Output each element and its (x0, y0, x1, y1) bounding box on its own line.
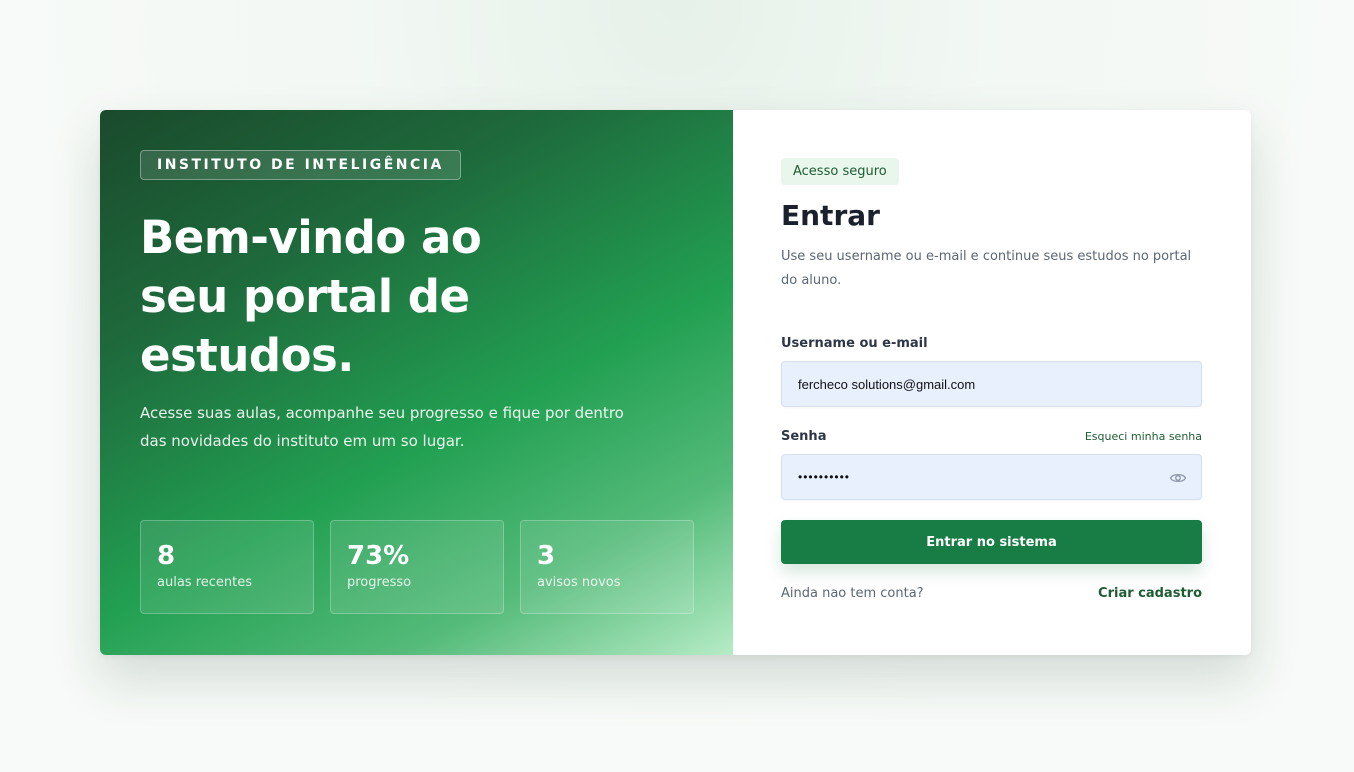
username-input[interactable]: fercheco solutions@gmail.com (781, 361, 1202, 407)
submit-button[interactable]: Entrar no sistema (781, 520, 1202, 564)
password-input[interactable]: •••••••••• (781, 454, 1202, 500)
username-label: Username ou e-mail (781, 336, 928, 351)
login-card: INSTITUTO DE INTELIGÊNCIA Bem-vindo ao s… (100, 110, 1251, 655)
password-value: •••••••••• (798, 470, 851, 484)
stat-value: 8 (157, 541, 176, 571)
login-panel: Acesso seguro Entrar Use seu username ou… (733, 110, 1251, 655)
stat-label: progresso (347, 575, 412, 590)
eye-icon[interactable] (1169, 469, 1187, 487)
stat-label: avisos novos (537, 575, 621, 590)
institute-badge: INSTITUTO DE INTELIGÊNCIA (140, 150, 461, 180)
username-group: Username ou e-mail fercheco solutions@gm… (781, 336, 1202, 407)
hero-lead: Acesse suas aulas, acompanhe seu progres… (140, 404, 624, 450)
stat-card-recent-lessons: 8 aulas recentes (140, 520, 314, 614)
signup-question: Ainda nao tem conta? (781, 586, 924, 601)
login-description: Use seu username ou e-mail e continue se… (781, 249, 1192, 288)
stat-card-progress: 73% progresso (330, 520, 504, 614)
hero-title: Bem-vindo ao seu portal de estudos. (140, 211, 482, 382)
username-value: fercheco solutions@gmail.com (798, 376, 976, 392)
login-title: Entrar (781, 199, 880, 232)
stat-card-notices: 3 avisos novos (520, 520, 694, 614)
secure-access-badge: Acesso seguro (781, 158, 899, 185)
stat-label: aulas recentes (157, 575, 252, 590)
signup-link[interactable]: Criar cadastro (1098, 586, 1202, 601)
signup-row: Ainda nao tem conta? Criar cadastro (781, 586, 1202, 601)
stat-value: 3 (537, 541, 556, 571)
hero-panel: INSTITUTO DE INTELIGÊNCIA Bem-vindo ao s… (100, 110, 733, 655)
stats-row: 8 aulas recentes 73% progresso 3 avisos … (140, 520, 694, 614)
password-label-row: Senha Esqueci minha senha (781, 429, 1202, 444)
stat-value: 73% (347, 541, 410, 571)
password-group: Senha Esqueci minha senha •••••••••• (781, 429, 1202, 500)
password-label: Senha (781, 429, 827, 444)
forgot-password-link[interactable]: Esqueci minha senha (1085, 430, 1202, 443)
